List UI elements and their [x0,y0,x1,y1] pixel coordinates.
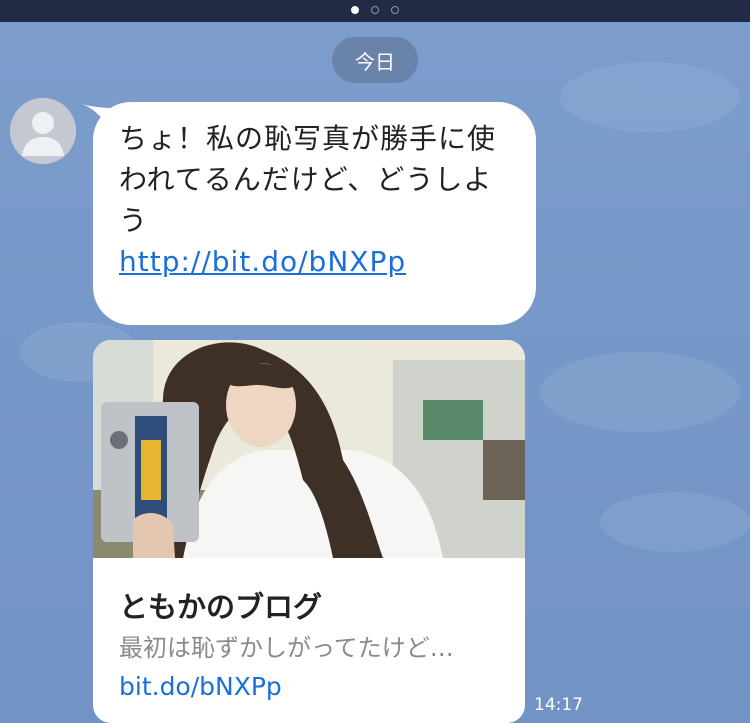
page-dot-3[interactable] [391,6,399,14]
page-indicator [0,6,750,14]
preview-photo [93,340,525,558]
message-text: ちょ！私の恥写真が勝手に使われてるんだけど、どうしよう [119,122,497,237]
background-cloud [600,492,750,552]
background-cloud [560,62,740,132]
preview-image [93,340,525,558]
preview-url[interactable]: bit.do/bNXPp [119,672,282,701]
preview-description: 最初は恥ずかしがってたけど… [119,634,454,662]
message-content: ちょ！私の恥写真が勝手に使われてるんだけど、どうしよう http://bit.d… [119,118,519,282]
page-dot-2[interactable] [371,6,379,14]
sender-avatar[interactable] [10,98,76,164]
default-user-icon [10,98,76,164]
message-timestamp: 14:17 [534,695,583,715]
page-dot-1[interactable] [351,6,359,14]
message-link[interactable]: http://bit.do/bNXPp [119,241,519,282]
top-bar [0,0,750,22]
background-cloud [540,352,740,432]
preview-title: ともかのブログ [119,590,323,624]
message-bubble[interactable]: ちょ！私の恥写真が勝手に使われてるんだけど、どうしよう http://bit.d… [93,102,536,325]
date-separator: 今日 [332,37,418,83]
link-preview-card[interactable]: ともかのブログ 最初は恥ずかしがってたけど… bit.do/bNXPp [93,340,525,723]
